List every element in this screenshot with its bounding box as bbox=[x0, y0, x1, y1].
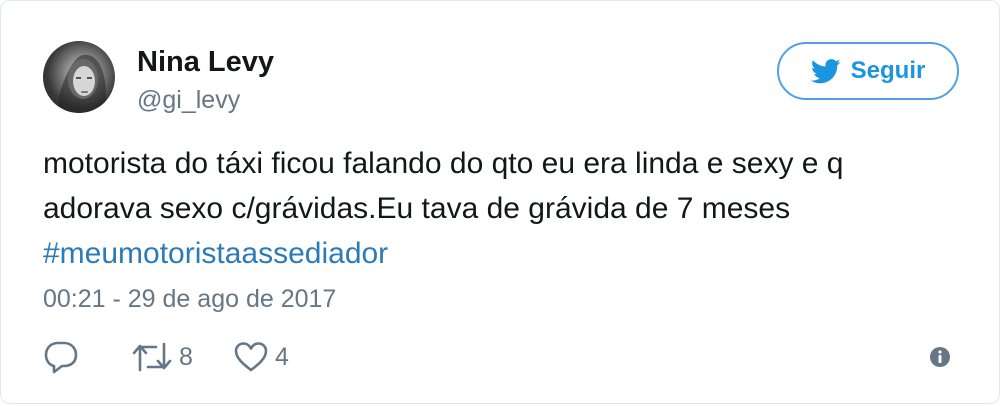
heart-icon bbox=[234, 342, 268, 372]
reply-button[interactable] bbox=[43, 339, 85, 375]
reply-icon bbox=[44, 341, 78, 374]
like-button[interactable]: 4 bbox=[233, 339, 289, 375]
like-count: 4 bbox=[275, 342, 289, 371]
tweet-text-line: motorista do táxi ficou falando do qto e… bbox=[43, 147, 844, 180]
hashtag-link[interactable]: #meumotoristaassediador bbox=[43, 231, 963, 276]
author-handle[interactable]: @gi_levy bbox=[137, 85, 240, 115]
timestamp-link[interactable]: 00:21 - 29 de ago de 2017 bbox=[43, 283, 336, 315]
avatar[interactable] bbox=[43, 41, 115, 113]
tweet-text-line: adorava sexo c/grávidas.Eu tava de grávi… bbox=[43, 192, 791, 225]
avatar-photo bbox=[57, 54, 106, 113]
info-glyph bbox=[930, 347, 950, 367]
tweet-card: Nina Levy @gi_levy Seguir motorista do t… bbox=[0, 0, 1000, 404]
follow-label: Seguir bbox=[850, 57, 926, 84]
retweet-button[interactable]: 8 bbox=[131, 339, 193, 375]
info-icon[interactable] bbox=[929, 346, 951, 368]
retweet-icon bbox=[132, 342, 172, 372]
retweet-count: 8 bbox=[179, 342, 193, 371]
follow-button[interactable]: Seguir bbox=[777, 42, 959, 100]
twitter-bird-icon bbox=[810, 58, 841, 83]
tweet-text: motorista do táxi ficou falando do qto e… bbox=[43, 141, 963, 276]
author-name[interactable]: Nina Levy bbox=[137, 44, 274, 80]
